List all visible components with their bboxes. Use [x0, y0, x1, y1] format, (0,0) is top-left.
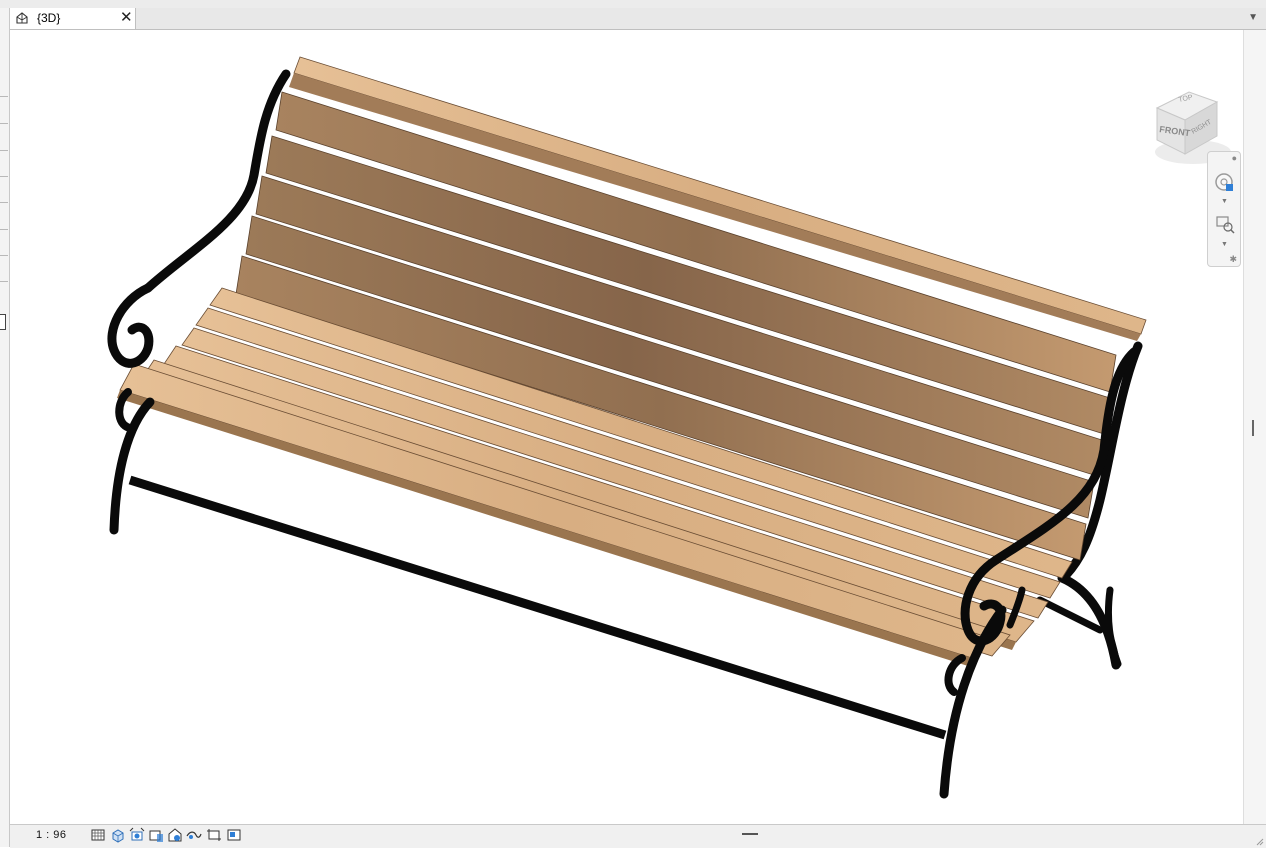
view-scale[interactable]: 1 : 96	[36, 829, 67, 841]
zoom-region-icon[interactable]	[1212, 212, 1238, 238]
panel-divider	[0, 202, 8, 203]
gear-icon[interactable]: ✱	[1229, 254, 1237, 265]
chevron-down-icon[interactable]: ▼	[1221, 241, 1228, 248]
tab-3d-view[interactable]: {3D} ✕	[10, 8, 136, 29]
panel-divider	[0, 229, 8, 230]
visual-style-icon[interactable]	[110, 827, 126, 843]
3d-house-icon	[16, 12, 28, 24]
vertical-scrollbar[interactable]	[1243, 30, 1266, 824]
panel-divider	[0, 96, 8, 97]
close-icon[interactable]: ✕	[120, 9, 133, 27]
view-tab-bar: {3D} ✕ ▼	[10, 8, 1266, 30]
steering-wheel-icon[interactable]	[1212, 170, 1238, 196]
panel-divider	[0, 123, 8, 124]
panel-collapse-handle[interactable]	[0, 314, 6, 330]
left-panel-edge	[0, 8, 10, 847]
panel-divider	[0, 150, 8, 151]
bench-3d-model[interactable]	[10, 30, 1242, 824]
temporary-hide-icon[interactable]	[226, 827, 242, 843]
3d-viewport[interactable]: TOP FRONT RIGHT	[10, 30, 1242, 824]
scroll-thumb[interactable]	[1252, 420, 1254, 436]
panel-divider	[0, 176, 8, 177]
horizontal-scroll-grip[interactable]	[742, 833, 758, 835]
panel-divider	[0, 281, 8, 282]
panel-divider	[0, 255, 8, 256]
render-icon[interactable]	[167, 827, 183, 843]
resize-grip-icon[interactable]	[1254, 836, 1264, 846]
shadows-icon[interactable]	[148, 827, 164, 843]
close-icon[interactable]: ●	[1232, 153, 1237, 163]
tab-label: {3D}	[37, 11, 61, 25]
tab-list-dropdown-icon[interactable]: ▼	[1248, 12, 1258, 23]
chevron-down-icon[interactable]: ▼	[1221, 198, 1228, 205]
backrest-slats	[235, 56, 1147, 561]
show-crop-icon[interactable]	[206, 827, 222, 843]
crop-view-icon[interactable]	[186, 827, 202, 843]
view-control-bar: 1 : 96	[10, 824, 1266, 848]
navigation-bar: ● ▼ ▼ ✱	[1207, 151, 1241, 267]
detail-level-icon[interactable]	[90, 827, 106, 843]
sun-path-icon[interactable]	[129, 827, 145, 843]
